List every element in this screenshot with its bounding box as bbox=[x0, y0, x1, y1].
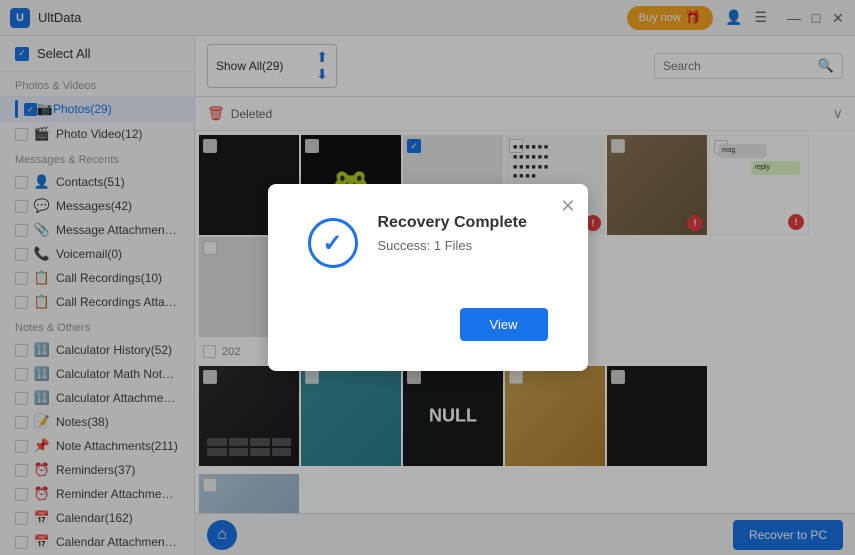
success-checkmark-icon bbox=[308, 218, 358, 268]
modal-view-button[interactable]: View bbox=[460, 308, 548, 341]
recovery-complete-modal: ✕ Recovery Complete Success: 1 Files Vie… bbox=[268, 184, 588, 371]
modal-overlay: ✕ Recovery Complete Success: 1 Files Vie… bbox=[0, 0, 855, 555]
modal-text: Recovery Complete Success: 1 Files bbox=[378, 214, 527, 253]
modal-close-button[interactable]: ✕ bbox=[560, 196, 575, 217]
modal-body: Recovery Complete Success: 1 Files bbox=[308, 214, 548, 268]
modal-title: Recovery Complete bbox=[378, 214, 527, 232]
modal-subtitle: Success: 1 Files bbox=[378, 238, 527, 253]
